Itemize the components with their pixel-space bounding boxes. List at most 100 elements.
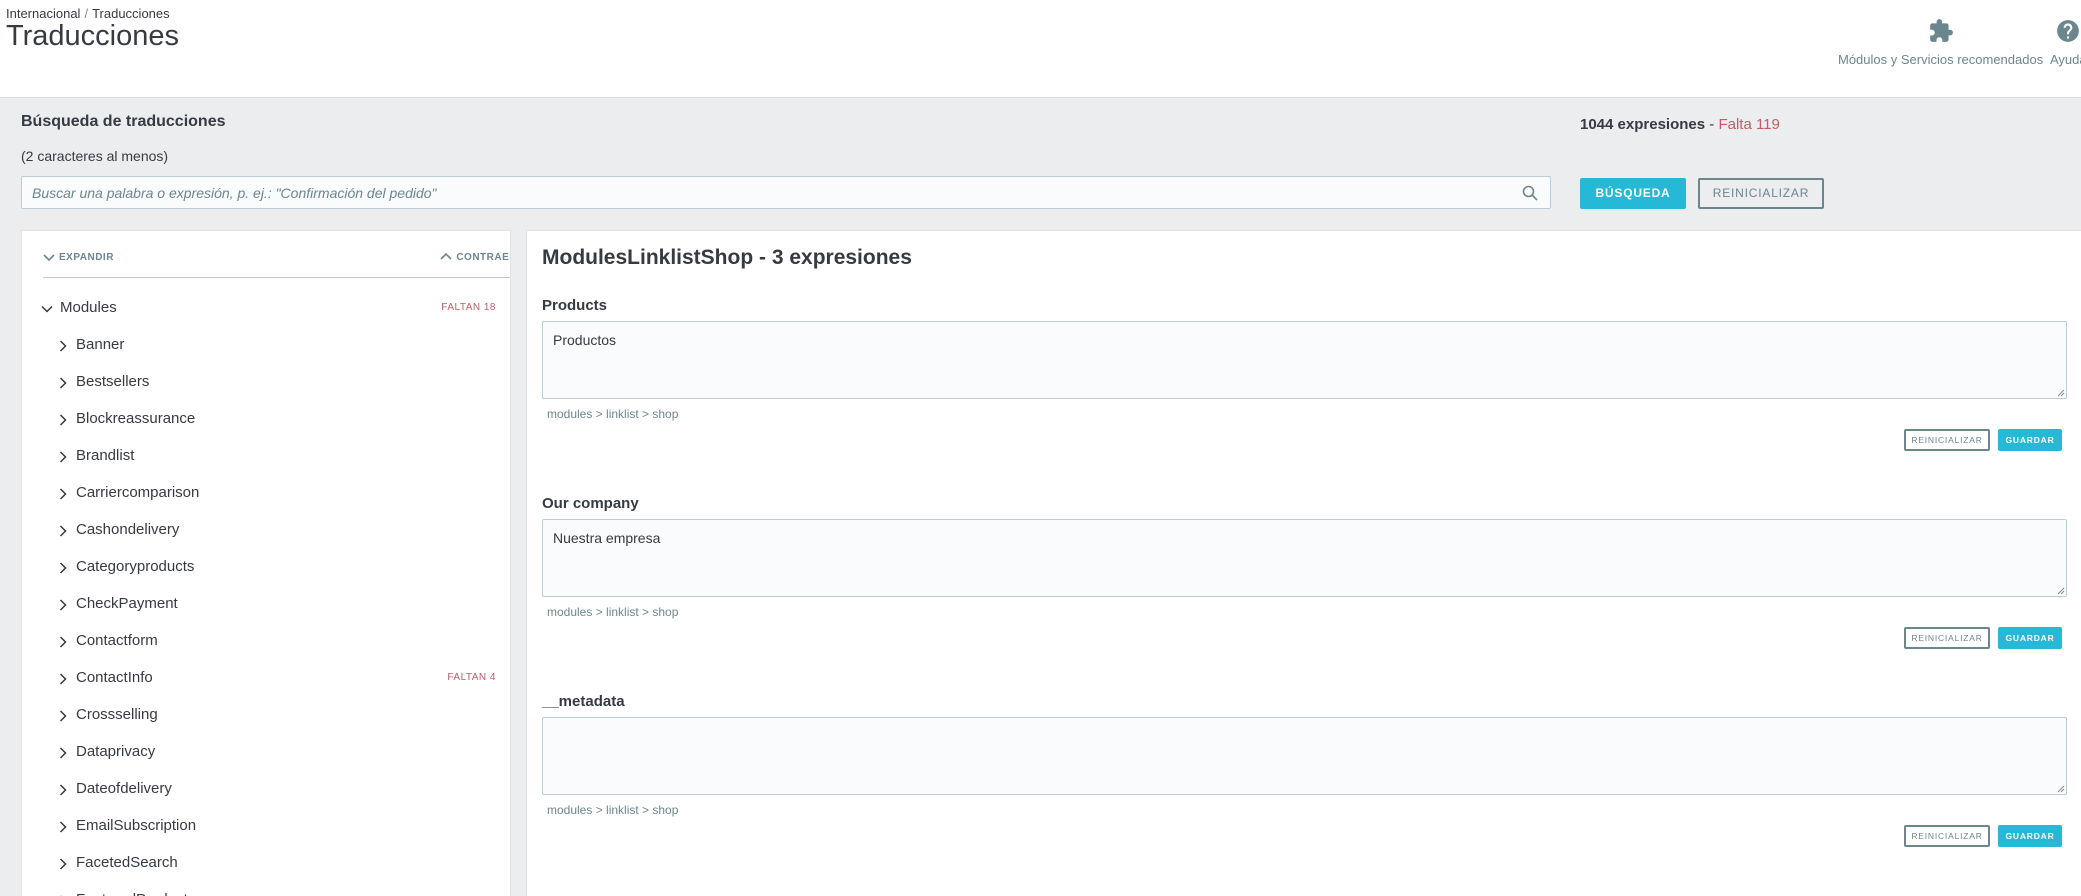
missing-badge: FALTAN 4 xyxy=(447,672,496,683)
translation-textarea-wrap: Productos xyxy=(542,321,2067,399)
tree-node-cashondelivery[interactable]: Cashondelivery xyxy=(40,521,508,558)
chevron-right-icon xyxy=(59,784,67,796)
expression-counts: 1044 expresiones - Falta 119 xyxy=(1580,116,1780,133)
translation-textarea-wrap: Nuestra empresa xyxy=(542,519,2067,597)
translation-textarea-wrap xyxy=(542,717,2067,795)
expression-path: modules > linklist > shop xyxy=(547,407,679,421)
page-header: Internacional / Traducciones Traducciones … xyxy=(0,0,2081,98)
domain-title: ModulesLinklistShop - 3 expresiones xyxy=(542,246,912,269)
tree-node-blockreassurance[interactable]: Blockreassurance xyxy=(40,410,508,447)
tree-list: Modules FALTAN 18 Banner Bestsellers Block… xyxy=(40,299,508,896)
search-box xyxy=(21,176,1551,209)
chevron-right-icon xyxy=(59,747,67,759)
tree-node-featuredproducts[interactable]: FeaturedProducts xyxy=(40,891,508,896)
resize-handle-icon[interactable] xyxy=(2057,389,2065,397)
chevron-right-icon xyxy=(59,562,67,574)
translation-textarea[interactable]: Nuestra empresa xyxy=(543,520,2066,596)
breadcrumb-item-internacional[interactable]: Internacional xyxy=(6,6,80,21)
expand-all-button[interactable]: EXPANDIR xyxy=(43,252,114,263)
tree-actions: EXPANDIR CONTRAER xyxy=(43,231,511,278)
breadcrumb: Internacional / Traducciones xyxy=(6,6,170,21)
tree-node-bestsellers[interactable]: Bestsellers xyxy=(40,373,508,410)
reset-translation-button[interactable]: REINICIALIZAR xyxy=(1904,627,1990,649)
tree-node-banner[interactable]: Banner xyxy=(40,336,508,373)
translation-tree-panel: EXPANDIR CONTRAER Modules FALTAN 18 Bann… xyxy=(21,230,511,896)
chevron-right-icon xyxy=(59,710,67,722)
resize-handle-icon[interactable] xyxy=(2057,785,2065,793)
chevron-right-icon xyxy=(59,488,67,500)
expand-label: EXPANDIR xyxy=(59,252,114,263)
reset-translation-button[interactable]: REINICIALIZAR xyxy=(1904,429,1990,451)
expression-source-label: Products xyxy=(542,297,608,314)
reset-search-button[interactable]: REINICIALIZAR xyxy=(1698,178,1824,209)
counts-separator: - xyxy=(1705,116,1719,133)
tree-node-categoryproducts[interactable]: Categoryproducts xyxy=(40,558,508,595)
tree-node-label: Carriercomparison xyxy=(76,484,200,501)
tree-node-brandlist[interactable]: Brandlist xyxy=(40,447,508,484)
breadcrumb-separator: / xyxy=(84,6,89,21)
tree-node-crossselling[interactable]: Crossselling xyxy=(40,706,508,743)
tree-node-checkpayment[interactable]: CheckPayment xyxy=(40,595,508,632)
search-hint: (2 caracteres al menos) xyxy=(21,148,169,164)
tree-node-label: Categoryproducts xyxy=(76,558,195,575)
tree-node-label: Banner xyxy=(76,336,125,353)
tree-node-label: Modules xyxy=(60,299,117,316)
breadcrumb-item-traducciones[interactable]: Traducciones xyxy=(92,6,170,21)
save-translation-button[interactable]: GUARDAR xyxy=(1998,825,2062,847)
chevron-down-icon xyxy=(41,305,53,313)
tree-node-label: Contactform xyxy=(76,632,158,649)
tree-node-label: Brandlist xyxy=(76,447,135,464)
translation-textarea[interactable] xyxy=(543,718,2066,794)
tree-node-label: Dataprivacy xyxy=(76,743,156,760)
chevron-right-icon xyxy=(59,377,67,389)
reset-translation-button[interactable]: REINICIALIZAR xyxy=(1904,825,1990,847)
search-button[interactable]: BÚSQUEDA xyxy=(1580,178,1686,209)
chevron-right-icon xyxy=(59,636,67,648)
tree-node-label: Bestsellers xyxy=(76,373,150,390)
tree-node-contactinfo[interactable]: ContactInfo FALTAN 4 xyxy=(40,669,508,706)
page-title: Traducciones xyxy=(6,20,180,52)
translation-content-panel: ModulesLinklistShop - 3 expresiones Prod… xyxy=(526,230,2081,896)
tree-node-label: Cashondelivery xyxy=(76,521,180,538)
search-panel: Búsqueda de traducciones (2 caracteres a… xyxy=(0,99,2081,229)
tree-node-emailsubscription[interactable]: EmailSubscription xyxy=(40,817,508,854)
search-title: Búsqueda de traducciones xyxy=(21,113,226,130)
chevron-right-icon xyxy=(59,673,67,685)
chevron-right-icon xyxy=(59,451,67,463)
collapse-label: CONTRAER xyxy=(456,252,511,263)
expression-path: modules > linklist > shop xyxy=(547,803,679,817)
tree-node-label: ContactInfo xyxy=(76,669,153,686)
collapse-all-button[interactable]: CONTRAER xyxy=(440,252,511,263)
tree-node-facetedsearch[interactable]: FacetedSearch xyxy=(40,854,508,891)
chevron-right-icon xyxy=(59,414,67,426)
chevron-right-icon xyxy=(59,599,67,611)
tree-node-label: FacetedSearch xyxy=(76,854,178,871)
total-expressions: 1044 expresiones xyxy=(1580,116,1706,133)
search-icon[interactable] xyxy=(1522,185,1538,201)
help-icon xyxy=(2057,20,2080,42)
resize-handle-icon[interactable] xyxy=(2057,587,2065,595)
chevron-right-icon xyxy=(59,821,67,833)
expression-source-label: Our company xyxy=(542,495,639,512)
tree-node-contactform[interactable]: Contactform xyxy=(40,632,508,669)
expression-source-label: __metadata xyxy=(542,693,625,710)
translation-textarea[interactable]: Productos xyxy=(543,322,2066,398)
tree-node-label: Blockreassurance xyxy=(76,410,196,427)
help-button[interactable]: Ayuda xyxy=(2050,18,2081,67)
missing-expressions: Falta 119 xyxy=(1718,116,1780,133)
save-translation-button[interactable]: GUARDAR xyxy=(1998,627,2062,649)
expression-path: modules > linklist > shop xyxy=(547,605,679,619)
tree-node-modules[interactable]: Modules FALTAN 18 xyxy=(40,299,508,336)
tree-node-label: CheckPayment xyxy=(76,595,178,612)
tree-node-dateofdelivery[interactable]: Dateofdelivery xyxy=(40,780,508,817)
tree-node-label: Crossselling xyxy=(76,706,158,723)
save-translation-button[interactable]: GUARDAR xyxy=(1998,429,2062,451)
tree-node-dataprivacy[interactable]: Dataprivacy xyxy=(40,743,508,780)
recommended-modules-button[interactable]: Módulos y Servicios recomendados xyxy=(1838,18,2043,67)
puzzle-icon xyxy=(1929,19,1953,42)
recommended-modules-label: Módulos y Servicios recomendados xyxy=(1838,52,2044,67)
tree-node-carriercomparison[interactable]: Carriercomparison xyxy=(40,484,508,521)
search-input[interactable] xyxy=(22,177,1550,208)
tree-node-label: Dateofdelivery xyxy=(76,780,172,797)
help-label: Ayuda xyxy=(2050,52,2081,67)
